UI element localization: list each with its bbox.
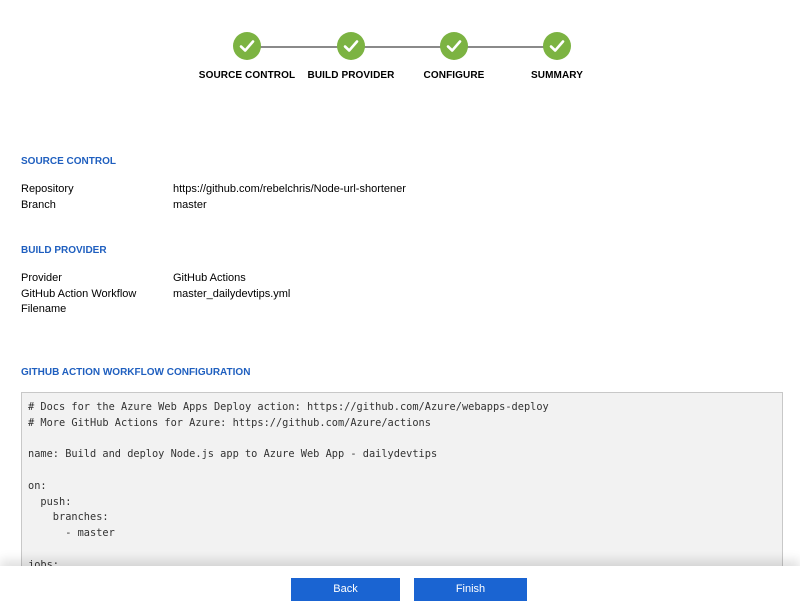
workflow-filename-label-line: GitHub Action Workflow bbox=[21, 288, 137, 300]
check-icon bbox=[440, 32, 468, 60]
workflow-config-heading: GITHUB ACTION WORKFLOW CONFIGURATION bbox=[21, 367, 251, 378]
repository-label: Repository bbox=[21, 183, 74, 195]
code-line: - master bbox=[28, 527, 115, 539]
step-label: BUILD PROVIDER bbox=[307, 70, 395, 81]
step-summary[interactable]: SUMMARY bbox=[497, 32, 617, 81]
check-icon bbox=[233, 32, 261, 60]
build-provider-heading: BUILD PROVIDER bbox=[21, 245, 107, 256]
step-source-control[interactable]: SOURCE CONTROL bbox=[187, 32, 307, 81]
step-label: SUMMARY bbox=[531, 70, 583, 81]
code-line: push: bbox=[28, 495, 72, 508]
provider-value: GitHub Actions bbox=[173, 272, 246, 284]
provider-label: Provider bbox=[21, 272, 62, 284]
repository-value: https://github.com/rebelchris/Node-url-s… bbox=[173, 183, 406, 195]
source-control-heading: SOURCE CONTROL bbox=[21, 156, 116, 167]
back-button[interactable]: Back bbox=[291, 578, 400, 601]
branch-value: master bbox=[173, 199, 207, 211]
code-line: # More GitHub Actions for Azure: https:/… bbox=[28, 416, 431, 429]
finish-button[interactable]: Finish bbox=[414, 578, 527, 601]
code-line: branches: bbox=[28, 511, 109, 524]
branch-label: Branch bbox=[21, 199, 56, 211]
check-icon bbox=[337, 32, 365, 60]
code-line: # Docs for the Azure Web Apps Deploy act… bbox=[28, 401, 549, 413]
workflow-filename-value: master_dailydevtips.yml bbox=[173, 288, 291, 300]
workflow-filename-label: GitHub Action Workflow Filename bbox=[21, 287, 136, 317]
wizard-footer: Back Finish bbox=[0, 566, 800, 606]
step-configure[interactable]: CONFIGURE bbox=[394, 32, 514, 81]
step-label: CONFIGURE bbox=[423, 70, 485, 81]
step-build-provider[interactable]: BUILD PROVIDER bbox=[291, 32, 411, 81]
step-label: SOURCE CONTROL bbox=[198, 70, 296, 81]
wizard-stepper: SOURCE CONTROL BUILD PROVIDER CONFIGURE … bbox=[0, 32, 800, 92]
check-icon bbox=[543, 32, 571, 60]
code-line: name: Build and deploy Node.js app to Az… bbox=[28, 448, 438, 461]
workflow-filename-label-line: Filename bbox=[21, 303, 67, 315]
code-line: on: bbox=[28, 479, 47, 492]
